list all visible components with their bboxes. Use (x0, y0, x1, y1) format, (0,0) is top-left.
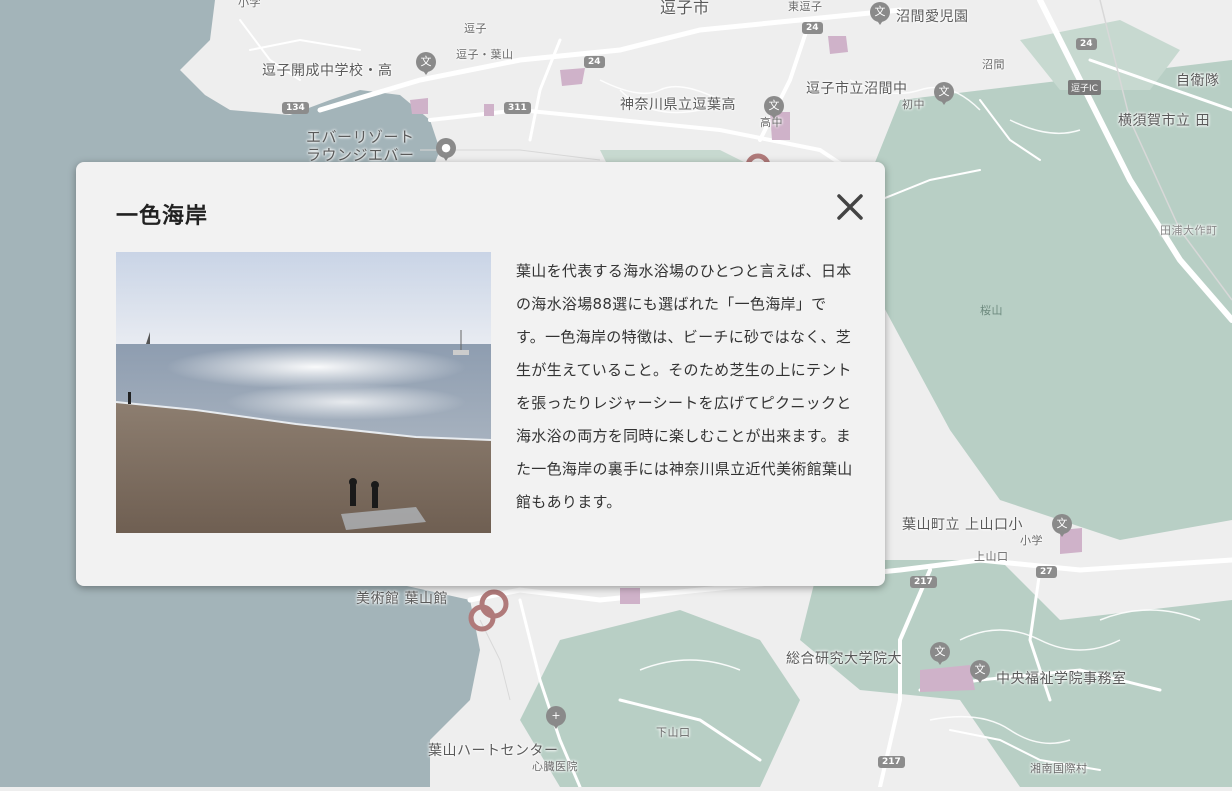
map-label-tauraoosaku: 田浦大作町 (1160, 224, 1218, 237)
route-shield-24: 24 (1076, 38, 1097, 50)
map-label-sakurayama: 桜山 (980, 304, 1003, 317)
school-poi-icon[interactable]: 文 (934, 82, 954, 105)
school-poi-icon[interactable]: 文 (970, 660, 990, 683)
map-label-shimoyamaguchi: 下山口 (656, 726, 691, 739)
map-label-zushi-station: 逗子 (464, 22, 487, 35)
map-label-heart-center: 葉山ハートセンター (428, 743, 559, 759)
map-label-small-top: 小学 (238, 0, 261, 9)
map-label-junior-high: 初中 (902, 98, 925, 111)
hospital-poi-icon[interactable]: + (546, 706, 566, 729)
school-poi-icon[interactable]: 文 (1052, 514, 1072, 537)
map-label-zushi-ic: 逗子IC (1068, 80, 1101, 95)
map-label-chuo-fukushi: 中央福祉学院事務室 (996, 671, 1127, 687)
map-label-zushi-hayama-station: 逗子・葉山 (456, 48, 514, 61)
map-label-shinzo-iin: 心臓医院 (532, 760, 578, 773)
map-label-zushi-kaisei: 逗子開成中学校・高 (262, 63, 393, 79)
map-label-zushi-numazu-jhs: 逗子市立沼間中 (806, 81, 908, 97)
map-label-kamiyamaguchi: 上山口 (974, 550, 1009, 563)
popup-description: 葉山を代表する海水浴場のひとつと言えば、日本の海水浴場88選にも選ばれた「一色海… (516, 262, 853, 511)
map-label-yokosuka-tau: 横須賀市立 田 (1118, 113, 1210, 129)
map-label-museum-hayama: 美術館 葉山館 (356, 591, 448, 607)
info-popup: 一色海岸 葉山を代表する海水浴場のひとつと言えば、日本の海水浴場88選にも選ばれ… (76, 162, 885, 586)
map-label-numazu: 沼間 (982, 58, 1005, 71)
close-button[interactable] (830, 187, 870, 227)
place-pin-icon[interactable]: ● (436, 138, 456, 161)
route-shield-134: 134 (282, 102, 309, 114)
popup-title: 一色海岸 (116, 204, 209, 229)
map-label-elementary: 小学 (1020, 534, 1043, 547)
map-label-shonan-kokusai: 湘南国際村 (1030, 762, 1088, 775)
map-label-higashi-zushi: 東逗子 (788, 0, 823, 13)
route-shield-217: 217 (910, 576, 937, 588)
map-label-sokendai: 総合研究大学院大 (786, 651, 902, 667)
map-label-zuiyo-hs: 神奈川県立逗葉高 (620, 97, 736, 113)
school-poi-icon[interactable]: 文 (930, 642, 950, 665)
school-poi-icon[interactable]: 文 (870, 2, 890, 25)
route-shield-27: 27 (1036, 566, 1057, 578)
map-label-numazu-nursery: 沼間愛児園 (896, 9, 969, 25)
school-poi-icon[interactable]: 文 (416, 52, 436, 75)
beach-photo (116, 252, 491, 533)
map-label-zushi-city: 逗子市 (660, 0, 710, 17)
map-label-kamiyamaguchi-es: 葉山町立 上山口小 (902, 517, 1023, 533)
route-shield-217: 217 (878, 756, 905, 768)
school-poi-icon[interactable]: 文 (764, 96, 784, 119)
close-icon (837, 194, 863, 220)
route-shield-24: 24 (584, 56, 605, 68)
map-label-jieitai: 自衛隊 (1176, 73, 1220, 89)
route-shield-311: 311 (504, 102, 531, 114)
route-shield-24: 24 (802, 22, 823, 34)
